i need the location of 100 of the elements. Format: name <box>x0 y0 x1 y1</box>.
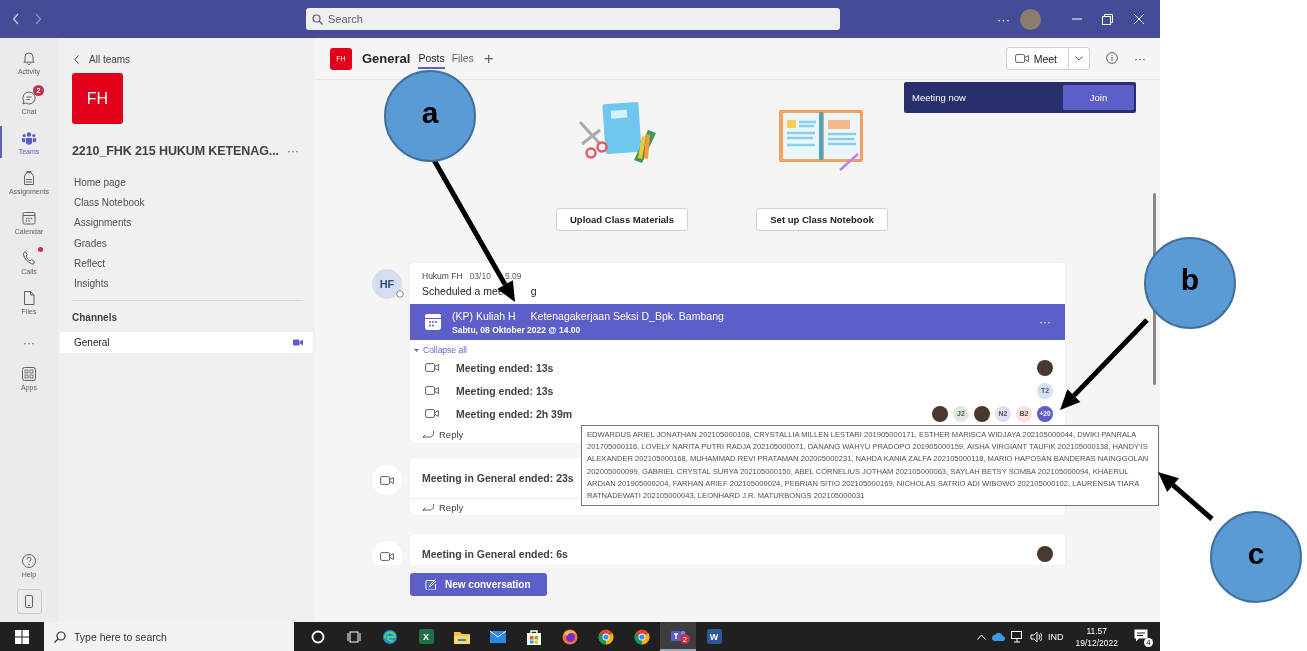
reply-button[interactable]: Reply <box>410 425 464 443</box>
restore-icon <box>1102 13 1113 25</box>
arrow <box>1158 472 1214 521</box>
folder-icon <box>454 629 470 644</box>
meet-button[interactable]: Meet <box>1006 48 1069 69</box>
video-camera-icon <box>425 408 439 419</box>
globe-icon <box>562 628 578 645</box>
phone-icon <box>21 249 37 266</box>
search-placeholder: Type here to search <box>74 630 167 643</box>
meeting-date: Sabtu, 08 Oktober 2022 @ 14.00 <box>452 324 582 335</box>
team-nav-link[interactable]: Class Notebook <box>74 193 313 214</box>
people-icon <box>21 129 37 146</box>
meeting-title: (KP) Kuliah H <box>452 309 516 322</box>
meeting-event: Meeting ended: 13s <box>456 384 554 397</box>
calendar-icon <box>21 209 37 226</box>
caret-icon <box>976 633 986 640</box>
status-icon <box>396 290 404 298</box>
back-icon <box>74 54 79 64</box>
welcome-action-button[interactable]: Upload Class Materials <box>556 208 688 231</box>
speaker-icon <box>1029 630 1042 643</box>
spreadsheet-app-icon: X <box>418 629 434 644</box>
video-camera-icon <box>1014 53 1029 64</box>
task-view-icon <box>347 629 361 644</box>
meeting-now-label: Meeting now <box>912 92 966 103</box>
shopping-bag-icon <box>526 628 542 645</box>
team-nav-link[interactable]: Grades <box>74 233 313 254</box>
info-icon <box>1106 51 1118 64</box>
taskbar-app-button[interactable]: X <box>408 622 444 651</box>
device-button[interactable] <box>16 589 42 614</box>
apps-grid-icon <box>21 365 37 382</box>
more-options-button[interactable]: ··· <box>1039 315 1051 329</box>
more-apps-button[interactable]: ··· <box>0 328 58 358</box>
team-nav-link[interactable]: Home page <box>74 173 313 194</box>
meeting-event: Meeting ended: 13s <box>456 361 554 374</box>
input-language[interactable]: IND <box>1047 631 1064 642</box>
all-teams-link[interactable]: All teams <box>74 52 313 66</box>
new-conversation-button[interactable]: New conversation <box>410 573 547 596</box>
team-nav-link[interactable]: Insights <box>74 273 313 295</box>
chat-bubble-icon <box>21 89 37 106</box>
more-options-button[interactable]: ··· <box>286 144 299 158</box>
join-button[interactable]: Join <box>1063 85 1134 110</box>
clock[interactable]: 11.57 19/12/2022 <box>1075 624 1118 649</box>
backpack-icon <box>21 169 37 186</box>
circle-logo-icon <box>634 628 650 645</box>
windows-logo-icon <box>15 629 29 644</box>
meeting-event: Meeting in General ended: 23s <box>422 472 574 484</box>
calendar-icon <box>425 314 441 330</box>
cloud-icon <box>991 632 1005 641</box>
author-avatar: HF <box>372 269 402 299</box>
more-options-button[interactable]: ··· <box>1134 51 1146 66</box>
search-field[interactable]: Search <box>306 8 840 30</box>
post-author: Hukum FH <box>422 271 463 281</box>
team-nav-link[interactable]: Assignments <box>74 213 313 234</box>
channel-tab[interactable]: Files <box>451 48 474 69</box>
video-camera-icon <box>425 362 439 373</box>
team-avatar: FH <box>72 73 123 124</box>
compose-icon <box>425 579 436 590</box>
channel-item[interactable]: General <box>60 332 313 354</box>
participant-photo <box>1037 546 1053 562</box>
search-icon <box>312 13 323 25</box>
team-name: 2210_FHK 215 HUKUM KETENAG... <box>72 144 279 158</box>
post-message: g <box>530 285 537 298</box>
channels-heading: Channels <box>72 312 118 324</box>
more-button[interactable]: ··· <box>997 11 1010 27</box>
bell-icon <box>21 49 37 66</box>
swirl-icon <box>382 628 398 645</box>
collapse-all-toggle[interactable]: Collapse all <box>414 344 467 356</box>
post-time: 5.09 <box>504 271 522 281</box>
video-camera-icon <box>425 385 439 396</box>
network-icon <box>1010 630 1024 643</box>
circle-icon <box>311 629 325 644</box>
welcome-action-button[interactable]: Set up Class Notebook <box>756 208 888 231</box>
message-icon <box>1134 628 1148 642</box>
close-icon <box>1133 14 1144 24</box>
file-icon <box>21 289 37 306</box>
post-time: 03/10 <box>469 271 491 281</box>
back-icon <box>12 13 20 25</box>
circle-logo-icon <box>598 628 614 645</box>
reply-icon <box>422 503 434 511</box>
taskbar-app-button[interactable]: W <box>696 622 732 651</box>
add-tab-button[interactable]: + <box>483 48 494 69</box>
annotation-marker: b <box>1144 237 1236 329</box>
video-camera-icon <box>380 474 394 486</box>
mobile-device-icon <box>25 595 33 608</box>
reply-icon <box>422 430 434 438</box>
taskbar-search-field[interactable]: Type here to search <box>44 622 294 651</box>
caret-icon <box>1075 56 1083 61</box>
team-nav-link[interactable]: Reflect <box>74 253 313 274</box>
participant-photo <box>974 405 990 422</box>
meeting-banner[interactable]: (KP) Kuliah H Ketenagakerjaan Seksi D_Bpk. Bambang Sabtu, 08 Oktober 2022 @ 14.00 ··· <box>410 304 1065 340</box>
document-app-icon: W <box>706 629 722 644</box>
participant-photo <box>932 405 948 422</box>
annotation-marker: c <box>1210 511 1302 603</box>
envelope-icon <box>490 630 506 643</box>
meeting-event: Meeting ended: 2h 39m <box>456 407 573 420</box>
channel-tab[interactable]: Posts <box>418 48 445 69</box>
forward-icon <box>34 13 42 25</box>
meeting-title: Ketenagakerjaan Seksi D_Bpk. Bambang <box>530 309 724 322</box>
help-icon <box>21 552 37 569</box>
channel-title: General <box>362 51 411 66</box>
